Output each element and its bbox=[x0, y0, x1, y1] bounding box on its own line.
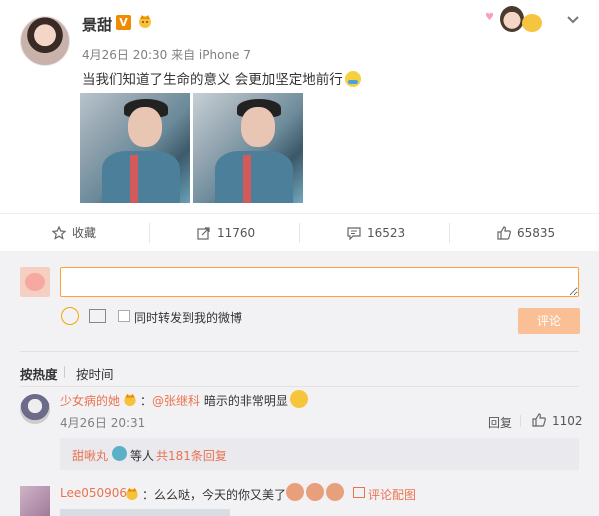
repost-checkbox-label[interactable]: 同时转发到我的微博 bbox=[134, 309, 242, 326]
star-icon bbox=[52, 226, 66, 240]
post-image-1[interactable] bbox=[80, 93, 190, 203]
comment-image-preview[interactable] bbox=[60, 509, 230, 516]
emoji-icon bbox=[290, 390, 308, 408]
comment-count: 16523 bbox=[367, 226, 406, 240]
comment-body: 暗示的非常明显 bbox=[200, 394, 288, 408]
sort-by-hot-tab[interactable]: 按热度 bbox=[20, 364, 58, 383]
image-icon bbox=[353, 487, 365, 498]
divider bbox=[449, 223, 450, 243]
reply-button[interactable]: 回复 bbox=[488, 414, 512, 431]
author-avatar[interactable] bbox=[20, 16, 70, 66]
sub-reply-text: 等人 bbox=[130, 449, 155, 463]
vip-crown-icon bbox=[124, 393, 136, 407]
vip-crown-icon bbox=[126, 487, 138, 501]
post-meta: 4月26日 20:30 来自 iPhone 7 bbox=[82, 48, 251, 62]
photo-face bbox=[241, 107, 275, 147]
repost-checkbox[interactable] bbox=[118, 310, 130, 322]
bear-sticker-icon bbox=[522, 14, 542, 32]
comment-icon bbox=[347, 227, 361, 240]
favorite-button[interactable]: 收藏 bbox=[52, 214, 96, 253]
pig-sticker-icon bbox=[25, 273, 45, 291]
emoji-icon bbox=[326, 483, 344, 501]
comment-button[interactable]: 16523 bbox=[347, 214, 405, 253]
verified-badge-icon: V bbox=[116, 15, 131, 30]
emoji-picker-icon[interactable] bbox=[61, 307, 79, 325]
divider bbox=[520, 415, 521, 427]
chevron-down-icon[interactable] bbox=[566, 14, 580, 26]
comment-username[interactable]: 少女病的她 bbox=[60, 392, 120, 409]
divider bbox=[64, 366, 65, 378]
divider bbox=[149, 223, 150, 243]
comment-input[interactable] bbox=[60, 267, 579, 297]
divider bbox=[299, 223, 300, 243]
repost-button[interactable]: 11760 bbox=[197, 214, 255, 253]
thumbs-up-icon[interactable] bbox=[532, 413, 546, 427]
sub-reply-username[interactable]: 甜啾丸 bbox=[72, 447, 108, 464]
emoji-icon bbox=[344, 71, 361, 87]
my-avatar bbox=[20, 267, 50, 297]
vip-crown-icon bbox=[139, 15, 151, 28]
heart-icon: ♥ bbox=[485, 12, 494, 23]
post-image-2[interactable] bbox=[193, 93, 303, 203]
photo-jacket bbox=[215, 151, 293, 203]
comment-time: 4月26日 20:31 bbox=[60, 416, 146, 430]
sub-replies-box[interactable]: 甜啾丸 等人 共181条回复 bbox=[60, 438, 579, 470]
divider bbox=[20, 351, 579, 352]
sub-reply-count-link[interactable]: 共181条回复 bbox=[156, 447, 227, 464]
like-count: 65835 bbox=[517, 226, 556, 240]
post-text: 当我们知道了生命的意义 会更加坚定地前行 bbox=[82, 68, 361, 88]
emoji-icon bbox=[286, 483, 304, 501]
comment-username[interactable]: Lee050906 bbox=[60, 486, 127, 500]
thumbs-up-icon bbox=[497, 226, 511, 240]
repost-count: 11760 bbox=[217, 226, 256, 240]
mention-link[interactable]: @张继科 bbox=[152, 394, 200, 408]
comment-avatar[interactable] bbox=[20, 394, 50, 424]
comment-text: ：@张继科 暗示的非常明显 bbox=[140, 394, 288, 408]
comment-text: ：么么哒，今天的你又美了 bbox=[142, 488, 287, 502]
view-comment-image-link[interactable]: 评论配图 bbox=[368, 486, 416, 503]
avatar-sticker-icon bbox=[500, 6, 524, 32]
sort-by-time-tab[interactable]: 按时间 bbox=[76, 364, 114, 383]
member-icon bbox=[112, 446, 127, 461]
divider bbox=[20, 386, 579, 387]
favorite-label: 收藏 bbox=[72, 226, 97, 240]
like-button[interactable]: 65835 bbox=[497, 214, 555, 253]
submit-comment-button[interactable]: 评论 bbox=[518, 308, 580, 334]
photo-stripe bbox=[130, 155, 138, 203]
photo-stripe bbox=[243, 155, 251, 203]
photo-jacket bbox=[102, 151, 180, 203]
post-action-bar: 收藏 11760 16523 65835 bbox=[0, 213, 599, 252]
photo-face bbox=[128, 107, 162, 147]
comment-avatar[interactable] bbox=[20, 486, 50, 516]
repost-icon bbox=[197, 227, 210, 240]
comment-section: 同时转发到我的微博 评论 按热度 按时间 少女病的她 ：@张继科 暗示的非常明显… bbox=[0, 252, 599, 516]
emoji-icon bbox=[306, 483, 324, 501]
image-upload-icon[interactable] bbox=[89, 309, 106, 323]
post-text-content: 当我们知道了生命的意义 会更加坚定地前行 bbox=[82, 72, 343, 88]
comment-like-count: 1102 bbox=[552, 414, 583, 428]
author-name[interactable]: 景甜 bbox=[82, 14, 112, 35]
weibo-post: 景甜 V 4月26日 20:30 来自 iPhone 7 当我们知道了生命的意义… bbox=[0, 0, 599, 213]
